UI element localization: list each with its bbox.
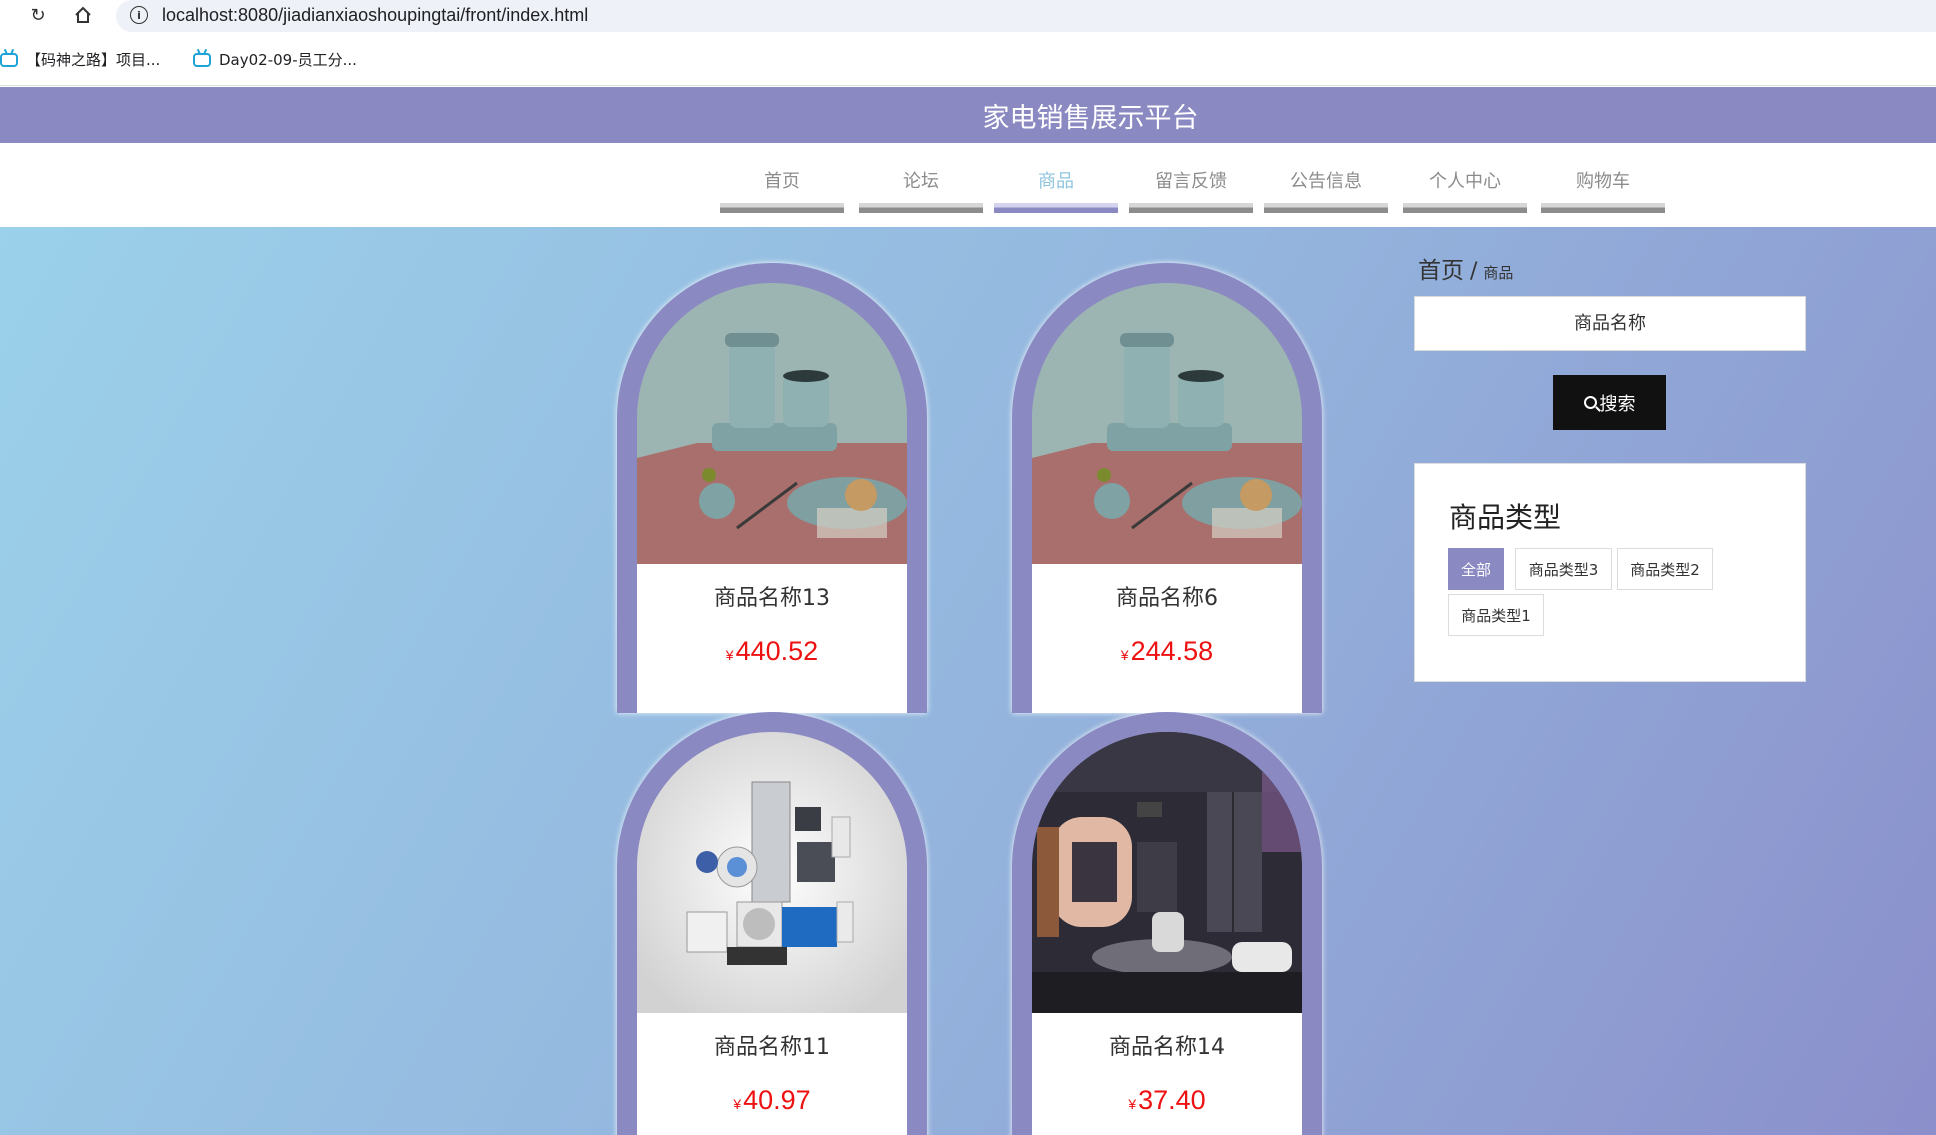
home-icon[interactable]	[71, 3, 95, 27]
browser-toolbar: ↻ i localhost:8080/jiadianxiaoshoupingta…	[0, 0, 1936, 32]
nav-label: 论坛	[903, 171, 939, 192]
category-chip-all[interactable]: 全部	[1448, 548, 1504, 590]
product-card[interactable]: 商品名称14 ¥37.40	[1012, 712, 1322, 1135]
product-price: ¥244.58	[1120, 636, 1214, 666]
category-panel: 商品类型 全部 商品类型3 商品类型2 商品类型1	[1414, 463, 1806, 682]
product-image[interactable]	[637, 283, 907, 564]
category-chip[interactable]: 商品类型2	[1617, 548, 1713, 590]
site-header: 家电销售展示平台	[0, 87, 1936, 143]
product-info: 商品名称13 ¥440.52	[637, 564, 907, 713]
bookmarks-bar: 【码神之路】项目... Day02-09-员工分...	[0, 32, 1936, 86]
category-chip[interactable]: 商品类型3	[1515, 548, 1612, 590]
product-name: 商品名称6	[1116, 586, 1218, 611]
nav-item-cart[interactable]: 购物车	[1541, 143, 1665, 213]
address-bar[interactable]: i localhost:8080/jiadianxiaoshoupingtai/…	[116, 0, 1936, 32]
nav-item-feedback[interactable]: 留言反馈	[1129, 143, 1253, 213]
nav-label: 首页	[764, 171, 800, 192]
search-input[interactable]	[1414, 296, 1806, 351]
search-icon	[1583, 396, 1597, 409]
main-nav: 首页 论坛 商品 留言反馈 公告信息 个人中心 购物车	[0, 143, 1936, 227]
nav-item-announcements[interactable]: 公告信息	[1264, 143, 1388, 213]
bilibili-icon	[0, 52, 18, 67]
product-image[interactable]	[1032, 283, 1302, 564]
bookmark-item[interactable]: 【码神之路】项目...	[0, 49, 160, 70]
product-info: 商品名称14 ¥37.40	[1032, 1013, 1302, 1135]
bookmark-label: 【码神之路】项目...	[26, 51, 161, 69]
nav-label: 公告信息	[1290, 171, 1362, 192]
main-content: 商品名称13 ¥440.52 商品名称6 ¥244.58 商品名称11 ¥40.…	[0, 227, 1936, 1135]
search-button-label: 搜索	[1599, 393, 1636, 415]
product-price: ¥40.97	[733, 1085, 811, 1115]
bilibili-icon	[193, 52, 211, 67]
product-image[interactable]	[637, 732, 907, 1013]
category-chip[interactable]: 商品类型1	[1448, 594, 1544, 636]
site-info-icon[interactable]: i	[130, 6, 148, 24]
breadcrumb: 首页 / 商品	[1418, 251, 1513, 285]
product-price: ¥37.40	[1128, 1085, 1206, 1115]
product-info: 商品名称6 ¥244.58	[1032, 564, 1302, 713]
nav-item-home[interactable]: 首页	[720, 143, 844, 213]
product-name: 商品名称14	[1109, 1035, 1225, 1060]
product-image[interactable]	[1032, 732, 1302, 1013]
product-card[interactable]: 商品名称11 ¥40.97	[617, 712, 927, 1135]
bookmark-item[interactable]: Day02-09-员工分...	[193, 49, 357, 70]
nav-label: 个人中心	[1429, 171, 1501, 192]
breadcrumb-home[interactable]: 首页	[1418, 251, 1464, 285]
nav-label: 留言反馈	[1155, 171, 1227, 192]
product-price: ¥440.52	[725, 636, 819, 666]
product-name: 商品名称13	[714, 586, 830, 611]
product-card[interactable]: 商品名称13 ¥440.52	[617, 263, 927, 713]
product-name: 商品名称11	[714, 1035, 830, 1060]
reload-icon[interactable]: ↻	[26, 3, 50, 27]
search-button[interactable]: 搜索	[1553, 375, 1666, 430]
breadcrumb-current: 商品	[1483, 264, 1514, 282]
site-title: 家电销售展示平台	[982, 102, 1199, 134]
nav-item-profile[interactable]: 个人中心	[1403, 143, 1527, 213]
product-card[interactable]: 商品名称6 ¥244.58	[1012, 263, 1322, 713]
nav-label: 商品	[1038, 171, 1074, 192]
nav-item-forum[interactable]: 论坛	[859, 143, 983, 213]
address-text[interactable]: localhost:8080/jiadianxiaoshoupingtai/fr…	[162, 5, 588, 26]
bookmark-label: Day02-09-员工分...	[219, 51, 357, 69]
nav-label: 购物车	[1576, 171, 1630, 192]
product-info: 商品名称11 ¥40.97	[637, 1013, 907, 1135]
category-title: 商品类型	[1449, 501, 1562, 534]
breadcrumb-separator: /	[1470, 259, 1478, 284]
nav-item-products[interactable]: 商品	[994, 143, 1118, 213]
